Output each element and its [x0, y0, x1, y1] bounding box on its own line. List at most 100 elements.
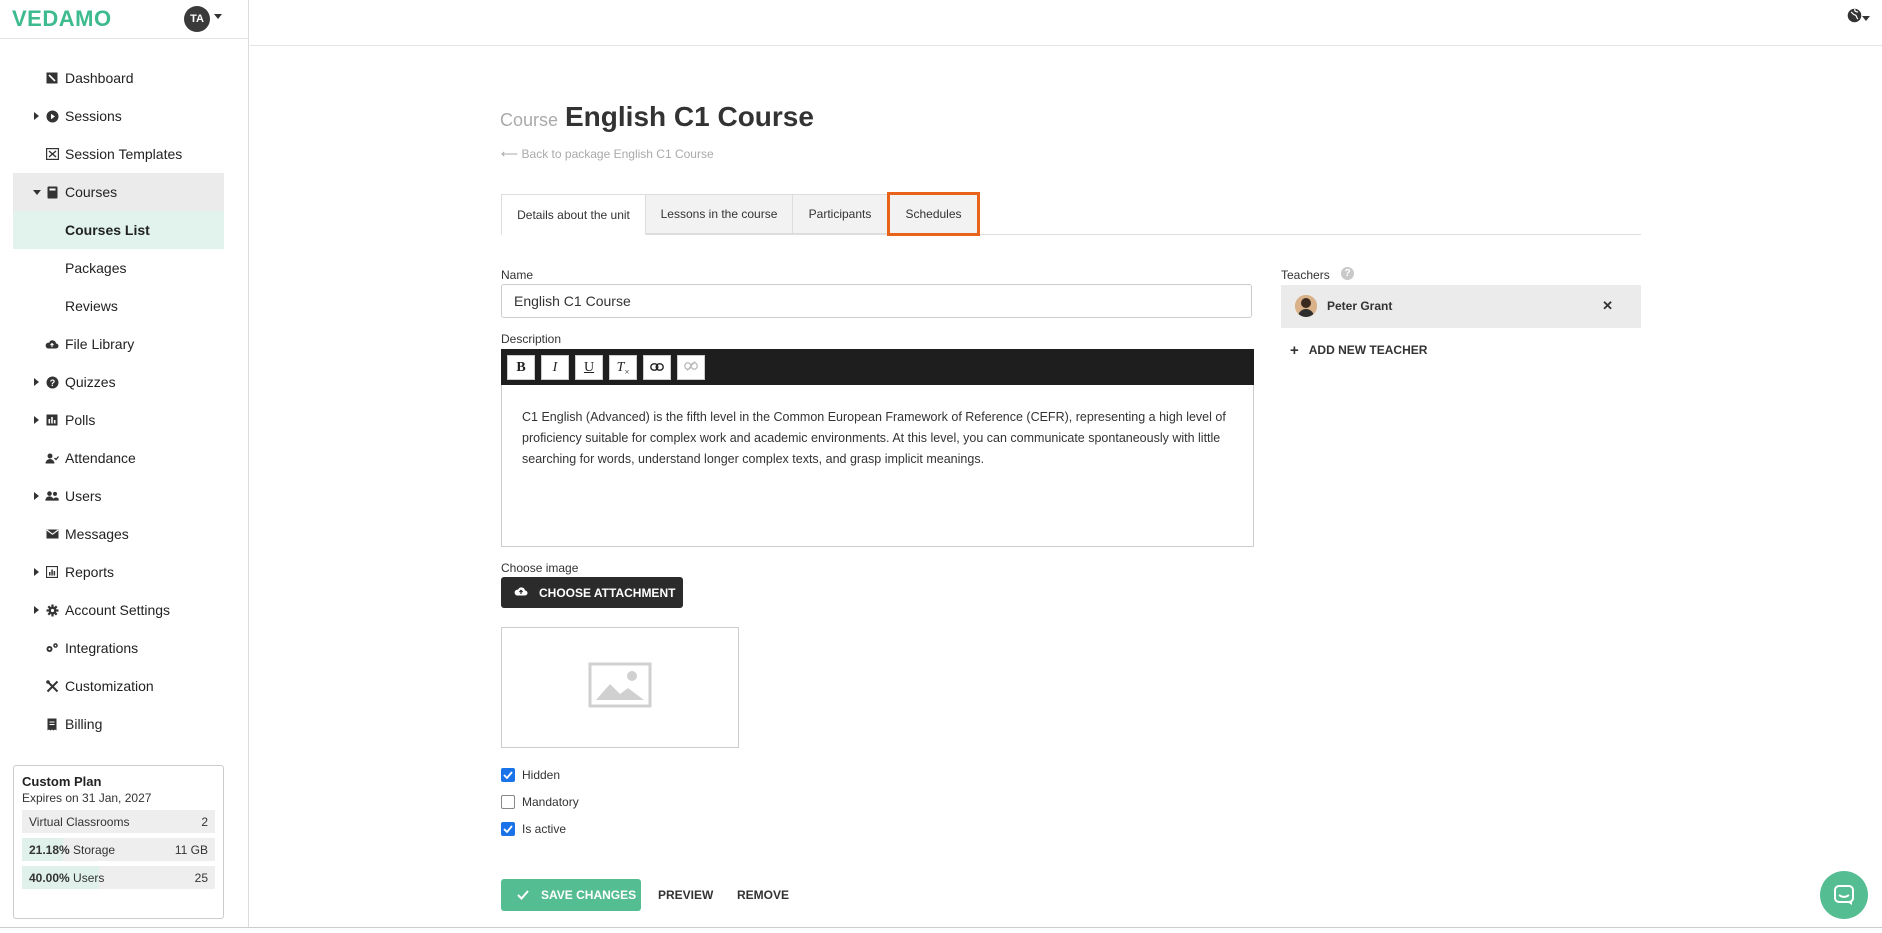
sidebar-item-reviews[interactable]: Reviews [13, 287, 224, 325]
cloud-icon [45, 337, 59, 351]
back-to-package-link[interactable]: ⟵ Back to package English C1 Course [501, 147, 714, 161]
sidebar-item-quizzes[interactable]: ? Quizzes [13, 363, 224, 401]
plan-row-storage: 21.18% Storage 11 GB [22, 838, 215, 861]
sidebar-item-courses[interactable]: Courses [13, 173, 224, 211]
help-icon[interactable]: ? [1341, 267, 1354, 280]
sidebar-item-label: Polls [65, 412, 96, 428]
image-placeholder-icon [588, 662, 652, 713]
template-icon [45, 147, 59, 161]
user-avatar[interactable]: TA [184, 6, 210, 32]
book-icon [45, 185, 59, 199]
sidebar-item-dashboard[interactable]: Dashboard [13, 59, 224, 97]
save-changes-button[interactable]: SAVE CHANGES [501, 879, 641, 911]
plan-row-label: Users [73, 870, 105, 885]
link-icon [650, 360, 664, 376]
gear-icon [45, 603, 59, 617]
remove-teacher-icon[interactable]: ✕ [1602, 298, 1613, 314]
sidebar-item-billing[interactable]: Billing [13, 705, 224, 743]
users-icon [45, 489, 59, 503]
description-editor[interactable]: C1 English (Advanced) is the fifth level… [501, 385, 1254, 547]
name-label: Name [501, 268, 534, 282]
tools-icon [45, 679, 59, 693]
clear-format-button[interactable]: T × [609, 355, 637, 380]
sidebar-item-courses-list[interactable]: Courses List [13, 211, 224, 249]
user-check-icon [45, 451, 59, 465]
vedamo-logo[interactable]: VEDAMO [12, 6, 112, 32]
sidebar-item-label: Customization [65, 678, 154, 694]
sidebar-item-reports[interactable]: Reports [13, 553, 224, 591]
preview-button[interactable]: PREVIEW [658, 888, 713, 902]
chevron-down-icon[interactable] [214, 14, 222, 19]
tab-details[interactable]: Details about the unit [501, 194, 646, 235]
page-type-label: Course [500, 110, 559, 130]
sidebar-item-label: Billing [65, 716, 103, 732]
teacher-row: Peter Grant ✕ [1281, 285, 1641, 328]
tab-lessons[interactable]: Lessons in the course [645, 194, 793, 234]
sidebar-item-label: Messages [65, 526, 129, 542]
page-title: English C1 Course [565, 101, 814, 132]
sidebar-item-polls[interactable]: Polls [13, 401, 224, 439]
sidebar-item-attendance[interactable]: Attendance [13, 439, 224, 477]
sidebar-item-file-library[interactable]: File Library [13, 325, 224, 363]
sidebar-item-customization[interactable]: Customization [13, 667, 224, 705]
description-label: Description [501, 332, 562, 346]
caret-right-icon [34, 568, 39, 576]
tab-participants[interactable]: Participants [792, 194, 888, 234]
teacher-avatar [1295, 295, 1317, 317]
clear-format-icon: T [616, 359, 625, 375]
sidebar-item-packages[interactable]: Packages [13, 249, 224, 287]
sidebar-item-sessions[interactable]: Sessions [13, 97, 224, 135]
caret-right-icon [34, 492, 39, 500]
clear-format-x: × [624, 366, 630, 377]
sidebar-item-label: Users [65, 488, 102, 504]
sidebar-item-label: Packages [65, 260, 127, 276]
remove-button[interactable]: REMOVE [737, 888, 789, 902]
is-active-checkbox-row[interactable]: Is active [501, 822, 566, 836]
link-button[interactable] [643, 355, 671, 380]
add-new-teacher-button[interactable]: + ADD NEW TEACHER [1290, 341, 1428, 359]
cloud-upload-icon [514, 585, 528, 596]
top-header [250, 0, 1882, 46]
hidden-label: Hidden [522, 768, 561, 782]
chat-icon[interactable] [1820, 871, 1868, 919]
play-circle-icon [45, 109, 59, 123]
unlink-button[interactable] [677, 355, 705, 380]
chevron-down-icon[interactable] [1862, 16, 1870, 21]
is-active-checkbox[interactable] [501, 822, 515, 836]
choose-attachment-button[interactable]: CHOOSE ATTACHMENT [501, 577, 683, 608]
italic-button[interactable]: I [541, 355, 569, 380]
plan-expiry: Expires on 31 Jan, 2027 [22, 791, 152, 805]
sidebar-item-integrations[interactable]: Integrations [13, 629, 224, 667]
sidebar-item-users[interactable]: Users [13, 477, 224, 515]
sidebar-nav: Dashboard Sessions Session Templates Cou… [13, 59, 224, 743]
editor-toolbar: B I U T × [501, 349, 1254, 385]
underline-button[interactable]: U [575, 355, 603, 380]
plan-summary: Custom Plan Expires on 31 Jan, 2027 Virt… [13, 765, 224, 919]
sidebar-item-label: Courses List [65, 222, 150, 238]
tab-schedules[interactable]: Schedules [887, 192, 980, 236]
bold-button[interactable]: B [507, 355, 535, 380]
choose-image-label: Choose image [501, 561, 579, 575]
add-new-teacher-label: ADD NEW TEACHER [1308, 343, 1428, 357]
cogs-icon [45, 641, 59, 655]
globe-icon[interactable] [1847, 8, 1862, 28]
caret-right-icon [34, 606, 39, 614]
caret-right-icon [34, 378, 39, 386]
sidebar-item-session-templates[interactable]: Session Templates [13, 135, 224, 173]
receipt-icon [45, 717, 59, 731]
plan-row-value: 2 [201, 814, 208, 829]
unlink-icon [684, 360, 698, 376]
sidebar-item-account-settings[interactable]: Account Settings [13, 591, 224, 629]
save-changes-label: SAVE CHANGES [541, 888, 637, 902]
chart-icon [45, 565, 59, 579]
caret-right-icon [34, 112, 39, 120]
sidebar-item-messages[interactable]: Messages [13, 515, 224, 553]
plan-row-users: 40.00% Users 25 [22, 866, 215, 889]
image-preview [501, 627, 739, 748]
mandatory-checkbox-row[interactable]: Mandatory [501, 795, 579, 809]
name-input[interactable]: English C1 Course [501, 284, 1252, 318]
hidden-checkbox[interactable] [501, 768, 515, 782]
mandatory-checkbox[interactable] [501, 795, 515, 809]
envelope-icon [45, 527, 59, 541]
hidden-checkbox-row[interactable]: Hidden [501, 768, 560, 782]
